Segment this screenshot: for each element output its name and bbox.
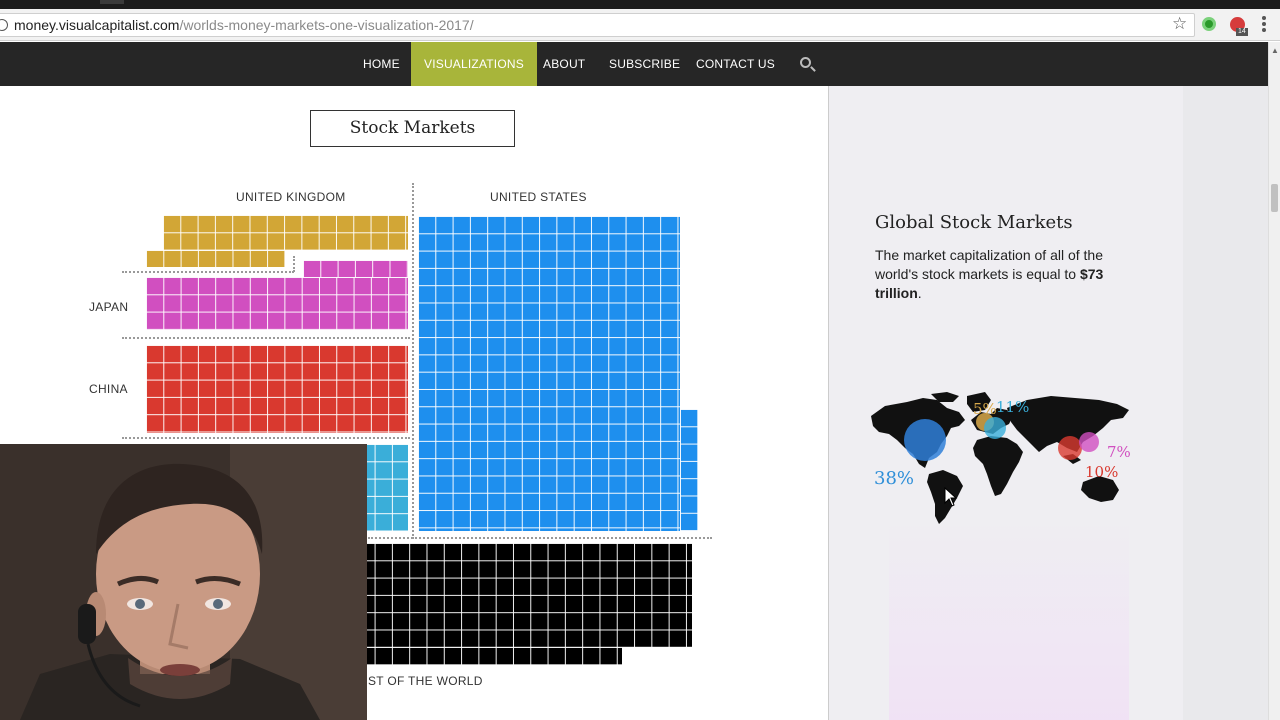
separator-japan-china — [122, 337, 410, 339]
separator-china-europe — [122, 437, 410, 439]
search-icon[interactable] — [800, 57, 811, 68]
label-china: CHINA — [89, 382, 128, 396]
map-label-japan: 7% — [1107, 443, 1131, 461]
site-navbar: HOME VISUALIZATIONS ABOUT SUBSCRIBE CONT… — [0, 42, 1268, 86]
address-bar[interactable]: money.visualcapitalist.com/worlds-money-… — [0, 13, 1195, 37]
extension-badge: 14 — [1236, 28, 1248, 36]
separator-uk-step — [293, 256, 295, 272]
map-label-uk: 5% — [973, 400, 997, 418]
webcam-overlay — [0, 444, 367, 720]
url-path: /worlds-money-markets-one-visualization-… — [179, 17, 474, 33]
scroll-up-icon[interactable]: ▲ — [1271, 46, 1279, 55]
url-text: money.visualcapitalist.com/worlds-money-… — [14, 17, 474, 33]
label-rest-of-world: ST OF THE WORLD — [368, 674, 483, 688]
rest-block-main — [340, 543, 692, 647]
map-label-europe: 11% — [996, 398, 1030, 416]
map-label-us: 38% — [874, 468, 915, 489]
bubble-china — [1058, 436, 1082, 460]
page-gutter — [1183, 86, 1268, 720]
label-united-states: UNITED STATES — [490, 190, 587, 204]
japan-block-top — [303, 260, 408, 277]
section-title: Stock Markets — [310, 110, 515, 147]
separator-vertical — [412, 183, 414, 539]
sidebar-heading: Global Stock Markets — [875, 212, 1073, 233]
ext-green-icon[interactable] — [1202, 17, 1216, 31]
star-icon[interactable]: ☆ — [1172, 15, 1187, 32]
nav-contact-us[interactable]: CONTACT US — [696, 42, 775, 86]
nav-home[interactable]: HOME — [363, 42, 400, 86]
sidebar-text-lead: The market capitalization of all of the … — [875, 247, 1104, 282]
sidebar: Global Stock Markets The market capitali… — [828, 86, 1183, 720]
menu-icon[interactable] — [1262, 16, 1266, 32]
label-japan: JAPAN — [89, 300, 129, 314]
nav-subscribe[interactable]: SUBSCRIBE — [609, 42, 680, 86]
browser-tab-strip — [0, 0, 1280, 9]
nav-about[interactable]: ABOUT — [543, 42, 585, 86]
us-block-extra — [680, 409, 698, 531]
sidebar-text: The market capitalization of all of the … — [875, 246, 1115, 303]
browser-toolbar: money.visualcapitalist.com/worlds-money-… — [0, 9, 1280, 41]
japan-block-bottom — [146, 277, 408, 330]
url-domain: money.visualcapitalist.com — [14, 17, 180, 33]
us-block-main — [418, 216, 680, 531]
nav-visualizations[interactable]: VISUALIZATIONS — [411, 42, 537, 86]
bubble-japan — [1079, 432, 1099, 452]
china-block — [146, 345, 408, 433]
mouse-cursor-icon — [944, 487, 958, 507]
uk-block-top — [163, 215, 408, 250]
sidebar-text-end: . — [917, 285, 922, 301]
label-united-kingdom: UNITED KINGDOM — [236, 190, 346, 204]
info-icon[interactable] — [0, 19, 8, 31]
uk-block-bottom — [146, 250, 285, 267]
sidebar-gradient — [889, 516, 1129, 720]
bubble-us — [904, 419, 946, 461]
map-label-china: 10% — [1085, 463, 1119, 481]
webcam-person-image — [0, 444, 367, 720]
scrollbar[interactable]: ▲ — [1268, 42, 1280, 720]
scroll-thumb[interactable] — [1271, 184, 1278, 212]
separator-uk-japan — [122, 271, 294, 273]
rest-block-tail — [340, 647, 622, 665]
browser-tab[interactable] — [100, 0, 124, 4]
separator-rest — [368, 537, 712, 539]
bubble-europe — [984, 417, 1006, 439]
